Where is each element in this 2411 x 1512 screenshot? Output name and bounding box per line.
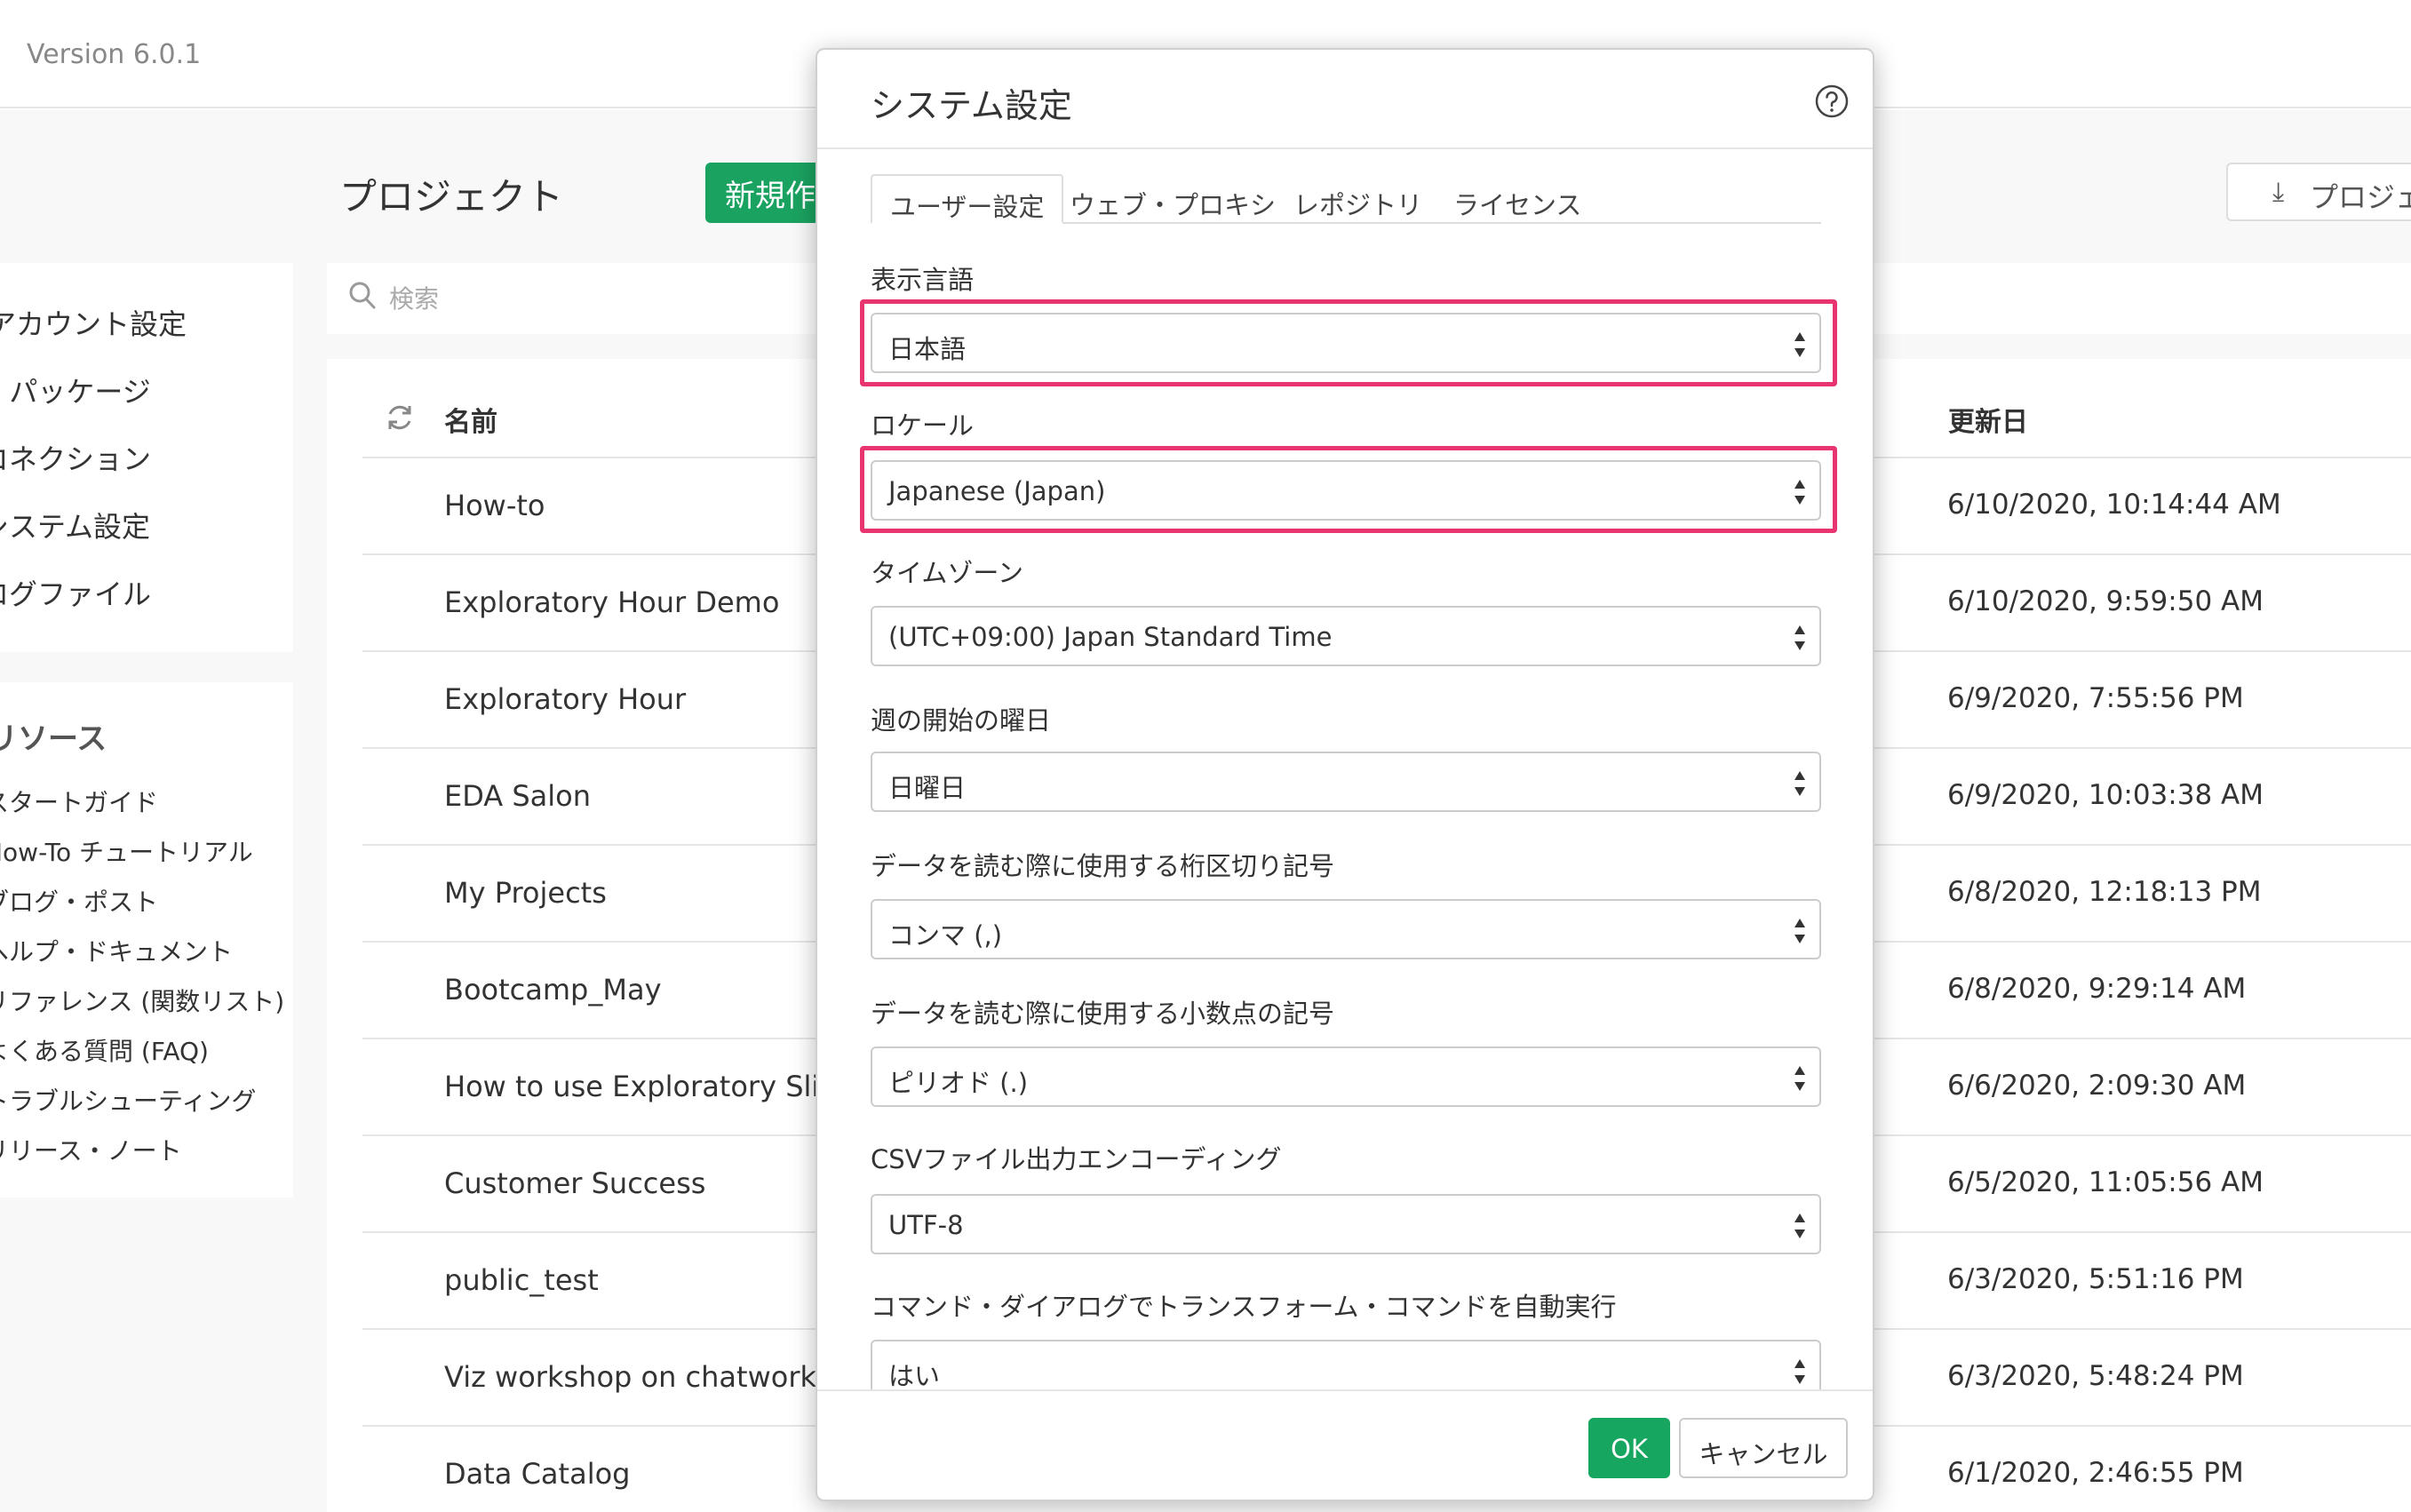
column-header-name[interactable]: 名前 — [444, 400, 497, 439]
project-name[interactable]: Customer Success — [444, 1166, 705, 1200]
refresh-icon[interactable] — [384, 402, 416, 434]
search-icon — [349, 282, 376, 309]
project-updated: 6/5/2020, 11:05:56 AM — [1947, 1166, 2264, 1198]
auto-run-label: コマンド・ダイアログでトランスフォーム・コマンドを自動実行 — [871, 1292, 1617, 1322]
csv-encoding-label: CSVファイル出力エンコーディング — [871, 1144, 1282, 1174]
sidebar-item-connection[interactable]: コネクション — [0, 437, 151, 478]
app-version: Version 6.0.1 — [27, 39, 202, 70]
resource-troubleshooting[interactable]: トラブルシューティング — [0, 1082, 256, 1118]
project-updated: 6/8/2020, 9:29:14 AM — [1947, 973, 2247, 1005]
cancel-button[interactable]: キャンセル — [1679, 1418, 1848, 1478]
locale-label: ロケール — [871, 410, 975, 441]
dialog-header: システム設定 — [817, 50, 1873, 149]
tab-web-proxy[interactable]: ウェブ・プロキシ — [1052, 174, 1293, 224]
select-arrows-icon — [1794, 625, 1805, 650]
project-name[interactable]: EDA Salon — [444, 779, 591, 813]
auto-run-value: はい — [888, 1361, 941, 1391]
sidebar-item-log-file[interactable]: ログファイル — [0, 572, 151, 613]
select-arrows-icon — [1794, 771, 1805, 796]
resource-release-notes[interactable]: リリース・ノート — [0, 1132, 182, 1167]
dialog-title: システム設定 — [871, 86, 1072, 125]
week-start-label: 週の開始の曜日 — [871, 705, 1052, 736]
download-icon: ⤓ — [2272, 177, 2285, 208]
week-start-value: 日曜日 — [888, 773, 967, 803]
display-language-label: 表示言語 — [871, 265, 975, 295]
project-name[interactable]: How to use Exploratory Slides — [444, 1070, 870, 1103]
sidebar-item-system-settings[interactable]: システム設定 — [0, 505, 150, 545]
settings-tabs: ユーザー設定 ウェブ・プロキシ レポジトリ ライセンス — [871, 174, 1821, 224]
project-name[interactable]: Exploratory Hour Demo — [444, 585, 779, 619]
project-updated: 6/6/2020, 2:09:30 AM — [1947, 1070, 2247, 1102]
timezone-select[interactable]: (UTC+09:00) Japan Standard Time — [871, 606, 1821, 666]
project-name[interactable]: Exploratory Hour — [444, 682, 686, 716]
timezone-label: タイムゾーン — [871, 558, 1023, 588]
csv-encoding-select[interactable]: UTF-8 — [871, 1194, 1821, 1254]
project-name[interactable]: My Projects — [444, 876, 607, 910]
system-settings-dialog: システム設定 ユーザー設定 ウェブ・プロキシ レポジトリ ライセンス 表示言語 … — [816, 48, 1874, 1501]
decimal-mark-select[interactable]: ピリオド (.) — [871, 1046, 1821, 1107]
resource-start-guide[interactable]: スタートガイド — [0, 784, 158, 819]
project-updated: 6/8/2020, 12:18:13 PM — [1947, 876, 2262, 908]
resource-reference[interactable]: リファレンス (関数リスト) — [0, 983, 284, 1018]
page-title: プロジェクト — [339, 175, 564, 219]
project-updated: 6/9/2020, 10:03:38 AM — [1947, 779, 2264, 811]
sidebar-item-account[interactable]: アカウント設定 — [0, 302, 187, 343]
project-name[interactable]: public_test — [444, 1263, 599, 1297]
highlight-box — [860, 299, 1837, 386]
project-updated: 6/3/2020, 5:51:16 PM — [1947, 1263, 2244, 1295]
project-name[interactable]: Data Catalog — [444, 1457, 630, 1491]
csv-encoding-value: UTF-8 — [888, 1210, 964, 1240]
resource-help-docs[interactable]: ヘルプ・ドキュメント — [0, 933, 233, 968]
sidebar-resources: リソース スタートガイド How-To チュートリアル ブログ・ポスト ヘルプ・… — [0, 682, 293, 1198]
week-start-select[interactable]: 日曜日 — [871, 752, 1821, 812]
select-arrows-icon — [1794, 919, 1805, 943]
tab-repository[interactable]: レポジトリ — [1276, 174, 1440, 224]
tab-license[interactable]: ライセンス — [1436, 174, 1599, 224]
thousands-separator-label: データを読む際に使用する桁区切り記号 — [871, 851, 1335, 881]
thousands-separator-select[interactable]: コンマ (,) — [871, 899, 1821, 959]
column-header-updated[interactable]: 更新日 — [1948, 400, 2028, 439]
project-updated: 6/1/2020, 2:46:55 PM — [1947, 1457, 2244, 1489]
project-updated: 6/3/2020, 5:48:24 PM — [1947, 1360, 2244, 1392]
search-input[interactable]: 検索 — [389, 280, 439, 315]
resource-blog[interactable]: ブログ・ポスト — [0, 883, 158, 919]
resource-faq[interactable]: よくある質問 (FAQ) — [0, 1032, 209, 1068]
tab-user-settings[interactable]: ユーザー設定 — [871, 174, 1064, 224]
export-project-button[interactable]: ⤓ プロジェクト — [2226, 163, 2411, 221]
project-name[interactable]: Bootcamp_May — [444, 973, 662, 1007]
select-arrows-icon — [1794, 1359, 1805, 1384]
help-icon[interactable] — [1814, 84, 1850, 119]
project-updated: 6/10/2020, 10:14:44 AM — [1947, 489, 2281, 521]
sidebar-menu: アカウント設定 R パッケージ コネクション システム設定 ログファイル — [0, 263, 293, 652]
new-project-button[interactable]: 新規作成 — [705, 163, 830, 223]
resource-howto[interactable]: How-To チュートリアル — [0, 833, 253, 869]
project-updated: 6/9/2020, 7:55:56 PM — [1947, 682, 2244, 714]
timezone-value: (UTC+09:00) Japan Standard Time — [888, 622, 1333, 652]
select-arrows-icon — [1794, 1066, 1805, 1091]
select-arrows-icon — [1794, 1214, 1805, 1238]
thousands-separator-value: コンマ (,) — [888, 920, 1003, 951]
project-name[interactable]: How-to — [444, 489, 545, 522]
ok-button[interactable]: OK — [1588, 1418, 1670, 1478]
export-project-label: プロジェクト — [2310, 180, 2411, 214]
decimal-mark-label: データを読む際に使用する小数点の記号 — [871, 999, 1335, 1029]
highlight-box — [860, 446, 1837, 533]
project-updated: 6/10/2020, 9:59:50 AM — [1947, 585, 2264, 617]
project-name[interactable]: Viz workshop on chatwork — [444, 1360, 816, 1394]
sidebar-item-r-packages[interactable]: R パッケージ — [0, 370, 151, 410]
decimal-mark-value: ピリオド (.) — [888, 1068, 1029, 1098]
resources-title: リソース — [0, 721, 107, 757]
